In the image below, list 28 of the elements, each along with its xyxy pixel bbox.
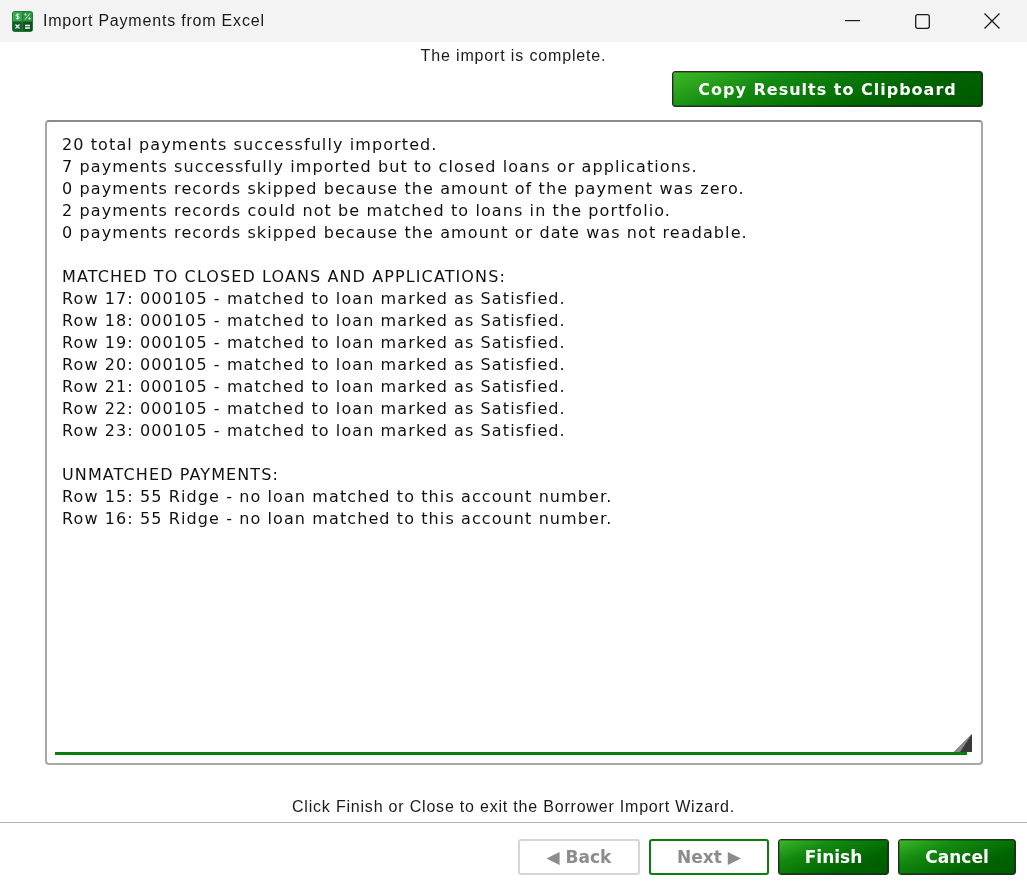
finish-button[interactable]: Finish: [778, 839, 889, 875]
result-line: Row 20: 000105 - matched to loan marked as Satisfied.: [62, 354, 566, 376]
cancel-button[interactable]: Cancel: [898, 839, 1016, 875]
summary-line: 0 payments records skipped because the amount of the payment was zero.: [62, 178, 745, 200]
summary-line: 2 payments records could not be matched to loans in the portfolio.: [62, 200, 672, 222]
result-line: Row 22: 000105 - matched to loan marked as Satisfied.: [62, 398, 566, 420]
result-line: Row 15: 55 Ridge - no loan matched to this account number.: [62, 486, 613, 508]
maximize-icon: [914, 13, 930, 29]
minimize-icon: [844, 20, 860, 22]
spreadsheet-app-icon: [12, 10, 33, 32]
section-heading: MATCHED TO CLOSED LOANS AND APPLICATIONS:: [62, 266, 506, 288]
result-line: Row 18: 000105 - matched to loan marked as Satisfied.: [62, 310, 566, 332]
summary-line: 0 payments records skipped because the amount or date was not readable.: [62, 222, 748, 244]
result-line: Row 17: 000105 - matched to loan marked as Satisfied.: [62, 288, 566, 310]
result-line: Row 23: 000105 - matched to loan marked as Satisfied.: [62, 420, 566, 442]
status-message: The import is complete.: [420, 46, 607, 66]
section-heading: UNMATCHED PAYMENTS:: [62, 464, 279, 486]
close-icon: [984, 13, 1000, 29]
summary-line: 20 total payments successfully imported.: [62, 134, 438, 156]
window-title: Import Payments from Excel: [43, 12, 266, 30]
footer-hint: Click Finish or Close to exit the Borrower Import Wizard.: [291, 797, 735, 817]
result-line: Row 19: 000105 - matched to loan marked as Satisfied.: [62, 332, 566, 354]
resize-grip-icon[interactable]: [954, 734, 972, 752]
result-line: Row 16: 55 Ridge - no loan matched to this account number.: [62, 508, 613, 530]
summary-line: 7 payments successfully imported but to closed loans or applications.: [62, 156, 698, 178]
result-line: Row 21: 000105 - matched to loan marked as Satisfied.: [62, 376, 566, 398]
copy-results-button[interactable]: Copy Results to Clipboard: [672, 71, 983, 107]
results-field[interactable]: [45, 120, 983, 765]
